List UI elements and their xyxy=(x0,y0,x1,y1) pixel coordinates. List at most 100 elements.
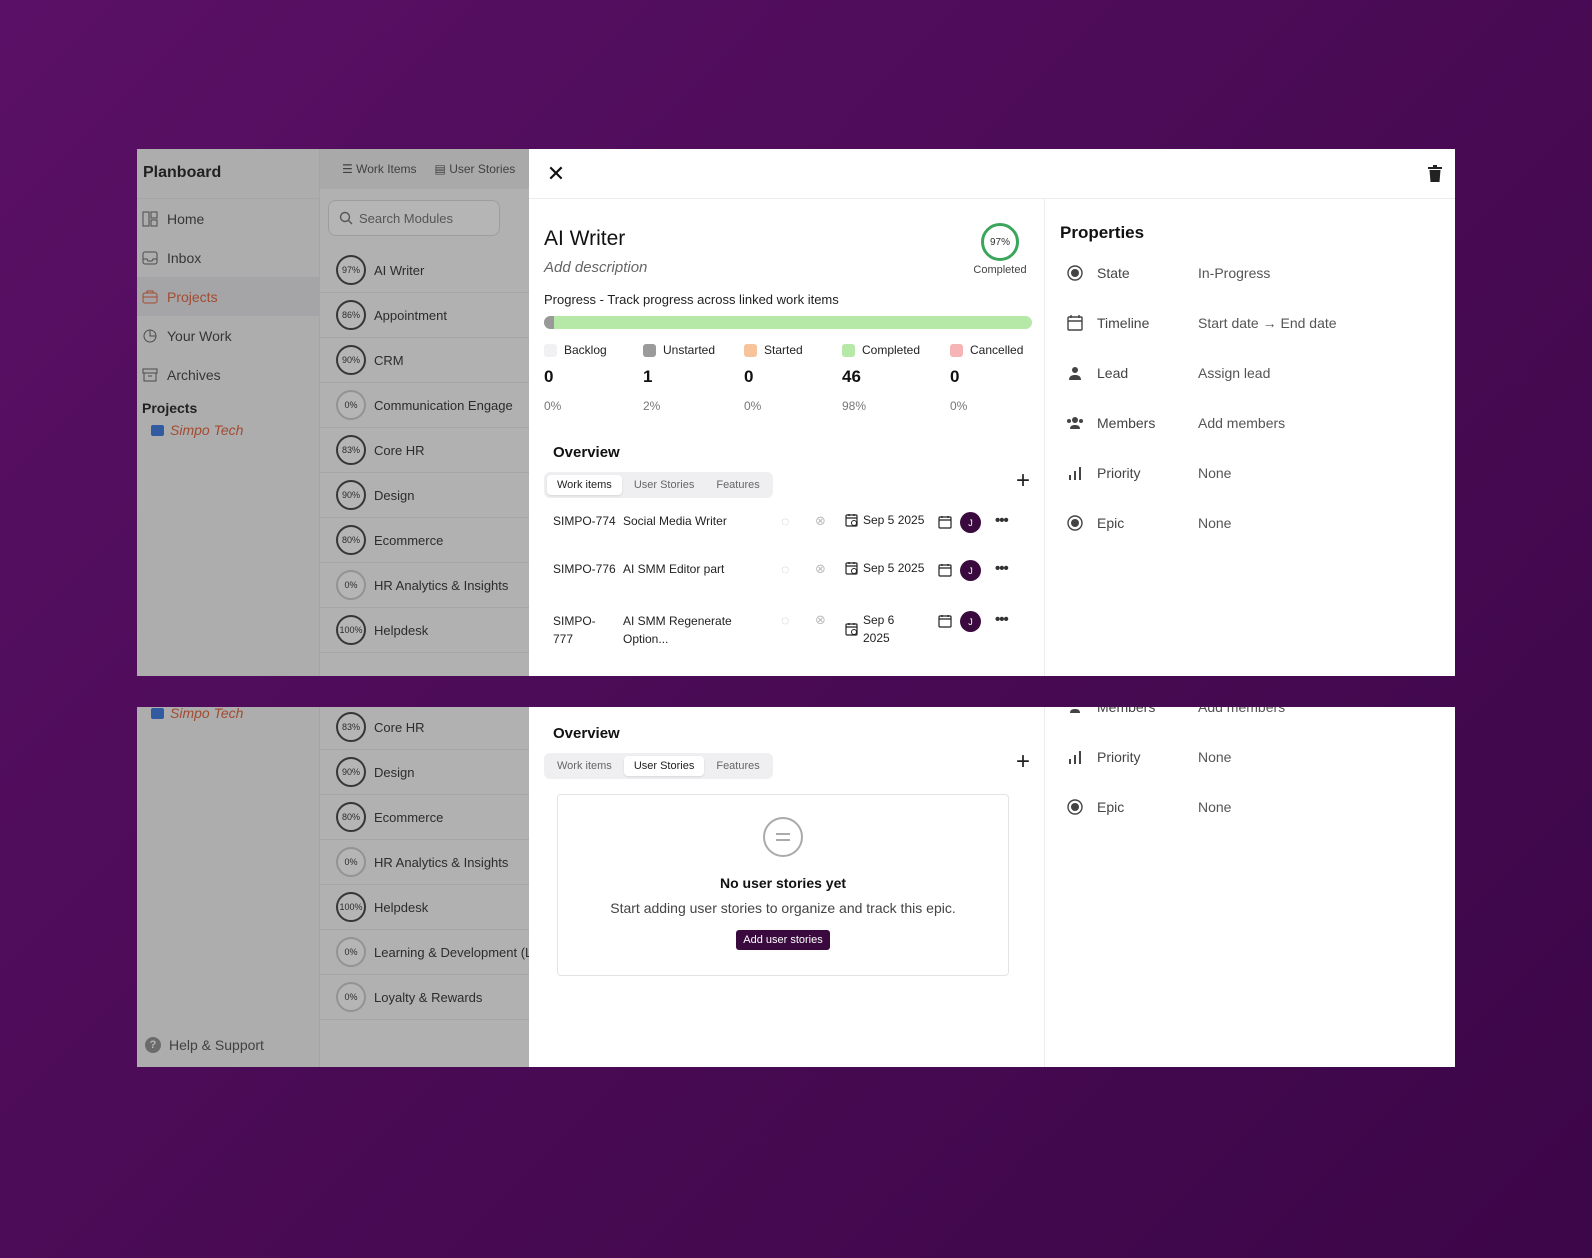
empty-state-title: No user stories yet xyxy=(719,875,847,891)
completion-ring: 97% xyxy=(981,223,1019,261)
property-value[interactable]: None xyxy=(1198,799,1231,815)
calendar-icon[interactable] xyxy=(938,515,952,532)
legend-swatch xyxy=(544,343,557,357)
calendar-icon xyxy=(1065,315,1085,331)
tab-user-stories[interactable]: User Stories xyxy=(623,756,705,776)
property-key: Members xyxy=(1097,415,1156,431)
add-button[interactable]: + xyxy=(1016,469,1030,493)
stat-unstarted: Unstarted 1 2% xyxy=(643,343,715,413)
property-key: Epic xyxy=(1097,515,1125,531)
property-value[interactable]: Add members xyxy=(1198,707,1285,715)
add-user-stories-button[interactable]: Add user stories xyxy=(736,930,830,950)
property-state[interactable]: State In-Progress xyxy=(1065,265,1270,281)
avatar[interactable]: J xyxy=(960,560,981,581)
property-value[interactable]: Start date → End date xyxy=(1198,315,1337,331)
due-date[interactable]: Sep 5 2025 xyxy=(845,561,924,575)
property-members[interactable]: Members Add members xyxy=(1065,415,1285,431)
property-key: Timeline xyxy=(1097,315,1150,331)
property-priority[interactable]: Priority None xyxy=(1065,749,1231,765)
state-icon[interactable]: ◌ xyxy=(781,561,789,577)
property-value[interactable]: Assign lead xyxy=(1198,365,1270,381)
details-pane: AI Writer Add description 97% Completed … xyxy=(529,199,1045,676)
tab-features[interactable]: Features xyxy=(706,756,769,776)
progress-bar xyxy=(544,316,1032,329)
property-lead[interactable]: Lead Assign lead xyxy=(1065,365,1270,381)
stat-label: Unstarted xyxy=(663,343,716,357)
work-item-name: AI SMM Regenerate Option... xyxy=(623,614,732,646)
add-button[interactable]: + xyxy=(1016,750,1030,774)
more-options-icon[interactable]: ••• xyxy=(995,560,1009,577)
property-epic[interactable]: Epic None xyxy=(1065,799,1231,815)
stat-count: 1 xyxy=(643,367,653,386)
cancel-circle-icon[interactable]: ⊗ xyxy=(815,561,826,577)
delete-button[interactable] xyxy=(1423,161,1447,187)
overview-title: Overview xyxy=(553,725,620,742)
due-date-text: Sep 5 2025 xyxy=(863,561,925,575)
tab-work-items[interactable]: Work items xyxy=(547,756,622,776)
progress-label: Progress - Track progress across linked … xyxy=(544,292,839,307)
property-timeline[interactable]: Timeline Start date → End date xyxy=(1065,315,1337,331)
state-icon[interactable]: ◌ xyxy=(781,612,789,628)
due-date[interactable]: Sep 6 2025 xyxy=(845,611,903,647)
stat-count: 0 xyxy=(744,367,754,386)
top-screenshot-panel: Planboard Home Inbox Projects Your Work … xyxy=(137,149,1455,676)
close-button[interactable]: ✕ xyxy=(543,161,569,187)
more-options-icon[interactable]: ••• xyxy=(995,611,1009,628)
property-key: Priority xyxy=(1097,749,1141,765)
priority-icon xyxy=(1065,465,1085,481)
members-icon xyxy=(1065,707,1085,715)
work-item-id: SIMPO-777 xyxy=(553,614,596,646)
stat-percent: 0% xyxy=(744,399,762,413)
stat-percent: 0% xyxy=(950,399,968,413)
legend-swatch xyxy=(643,343,656,357)
property-value[interactable]: In-Progress xyxy=(1198,265,1270,281)
description-field[interactable]: Add description xyxy=(544,259,647,276)
state-stats: Backlog 0 0% Unstarted 1 2% Started 0 0% Complete… xyxy=(544,343,1044,413)
property-priority[interactable]: Priority None xyxy=(1065,465,1231,481)
module-detail-modal: ✕ AI Writer Add description 97% Complete… xyxy=(529,149,1455,676)
state-icon xyxy=(1065,265,1085,281)
legend-swatch xyxy=(744,343,757,357)
avatar[interactable]: J xyxy=(960,611,981,632)
calendar-clock-icon xyxy=(845,514,858,527)
tab-work-items[interactable]: Work items xyxy=(547,475,622,495)
properties-pane: Members Add members Priority None Epic None xyxy=(1045,707,1455,1067)
cancel-circle-icon[interactable]: ⊗ xyxy=(815,513,826,529)
due-date-text: Sep 5 2025 xyxy=(863,513,925,527)
modal-overlay[interactable] xyxy=(137,149,529,676)
overview-title: Overview xyxy=(553,444,620,461)
due-date-text: Sep 6 2025 xyxy=(863,613,895,645)
property-members[interactable]: Members Add members xyxy=(1065,707,1285,715)
stat-label: Cancelled xyxy=(970,343,1024,357)
property-value[interactable]: None xyxy=(1198,515,1231,531)
due-date[interactable]: Sep 5 2025 xyxy=(845,513,924,527)
epic-icon xyxy=(1065,515,1085,531)
work-item-id: SIMPO-774 xyxy=(553,514,616,528)
stat-backlog: Backlog 0 0% xyxy=(544,343,607,413)
avatar[interactable]: J xyxy=(960,512,981,533)
property-value[interactable]: Add members xyxy=(1198,415,1285,431)
property-value[interactable]: None xyxy=(1198,465,1231,481)
work-item-id: SIMPO-776 xyxy=(553,562,616,576)
tab-features[interactable]: Features xyxy=(706,475,769,495)
calendar-clock-icon xyxy=(845,623,858,636)
bottom-screenshot-panel: Simpo Tech ? Help & Support 83% Core HR 90… xyxy=(137,707,1455,1067)
epic-icon xyxy=(1065,799,1085,815)
state-icon[interactable]: ◌ xyxy=(781,513,789,529)
properties-title: Properties xyxy=(1060,223,1145,242)
modal-overlay[interactable] xyxy=(137,707,529,1067)
stat-count: 46 xyxy=(842,367,861,386)
property-value[interactable]: None xyxy=(1198,749,1231,765)
tab-user-stories[interactable]: User Stories xyxy=(624,475,705,495)
cancel-circle-icon[interactable]: ⊗ xyxy=(815,612,826,628)
stat-count: 0 xyxy=(544,367,554,386)
stat-percent: 2% xyxy=(643,399,661,413)
property-epic[interactable]: Epic None xyxy=(1065,515,1231,531)
calendar-icon[interactable] xyxy=(938,614,952,631)
work-item-name: Social Media Writer xyxy=(623,514,727,528)
calendar-icon[interactable] xyxy=(938,563,952,580)
properties-pane: Properties State In-Progress Timeline Start… xyxy=(1045,199,1455,676)
stat-label: Started xyxy=(764,343,803,357)
overview-tabs: Work items User Stories Features xyxy=(544,472,773,498)
more-options-icon[interactable]: ••• xyxy=(995,512,1009,529)
